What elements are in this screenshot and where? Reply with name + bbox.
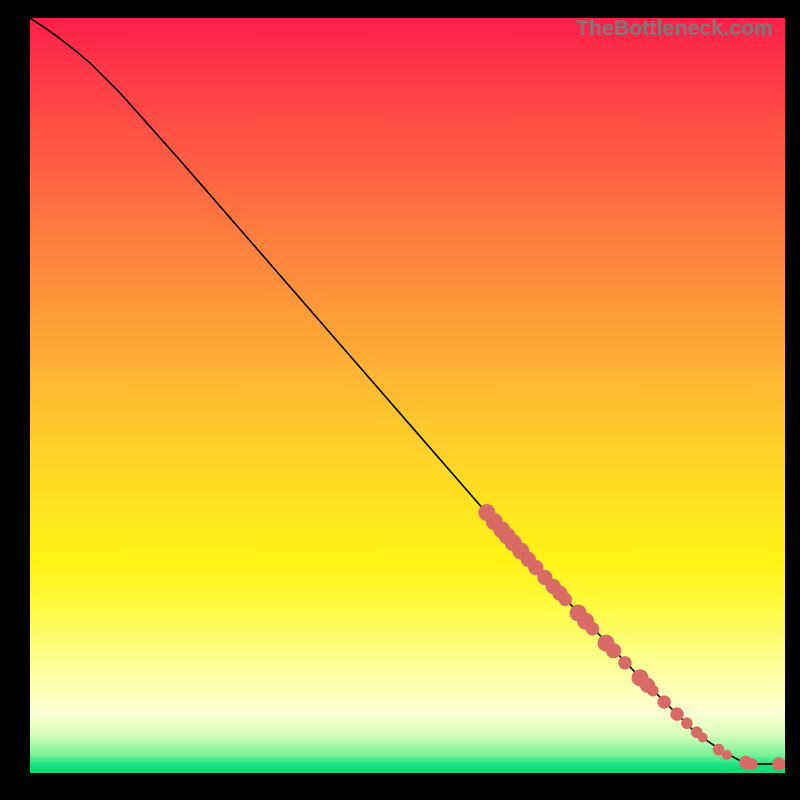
data-point	[618, 656, 631, 669]
data-point	[559, 593, 572, 606]
data-point	[698, 733, 708, 743]
data-point	[772, 757, 785, 770]
data-point	[722, 750, 732, 760]
data-point	[658, 695, 671, 708]
chart-overlay	[30, 18, 785, 773]
data-points-group	[478, 504, 785, 771]
bottleneck-curve	[30, 18, 755, 764]
data-point	[586, 622, 599, 635]
data-point	[606, 643, 621, 658]
data-point	[647, 685, 659, 697]
plot-area: TheBottleneck.com	[30, 18, 785, 773]
data-point	[681, 717, 693, 729]
chart-frame: TheBottleneck.com	[0, 0, 800, 800]
data-point	[746, 758, 758, 770]
data-point	[670, 707, 683, 720]
